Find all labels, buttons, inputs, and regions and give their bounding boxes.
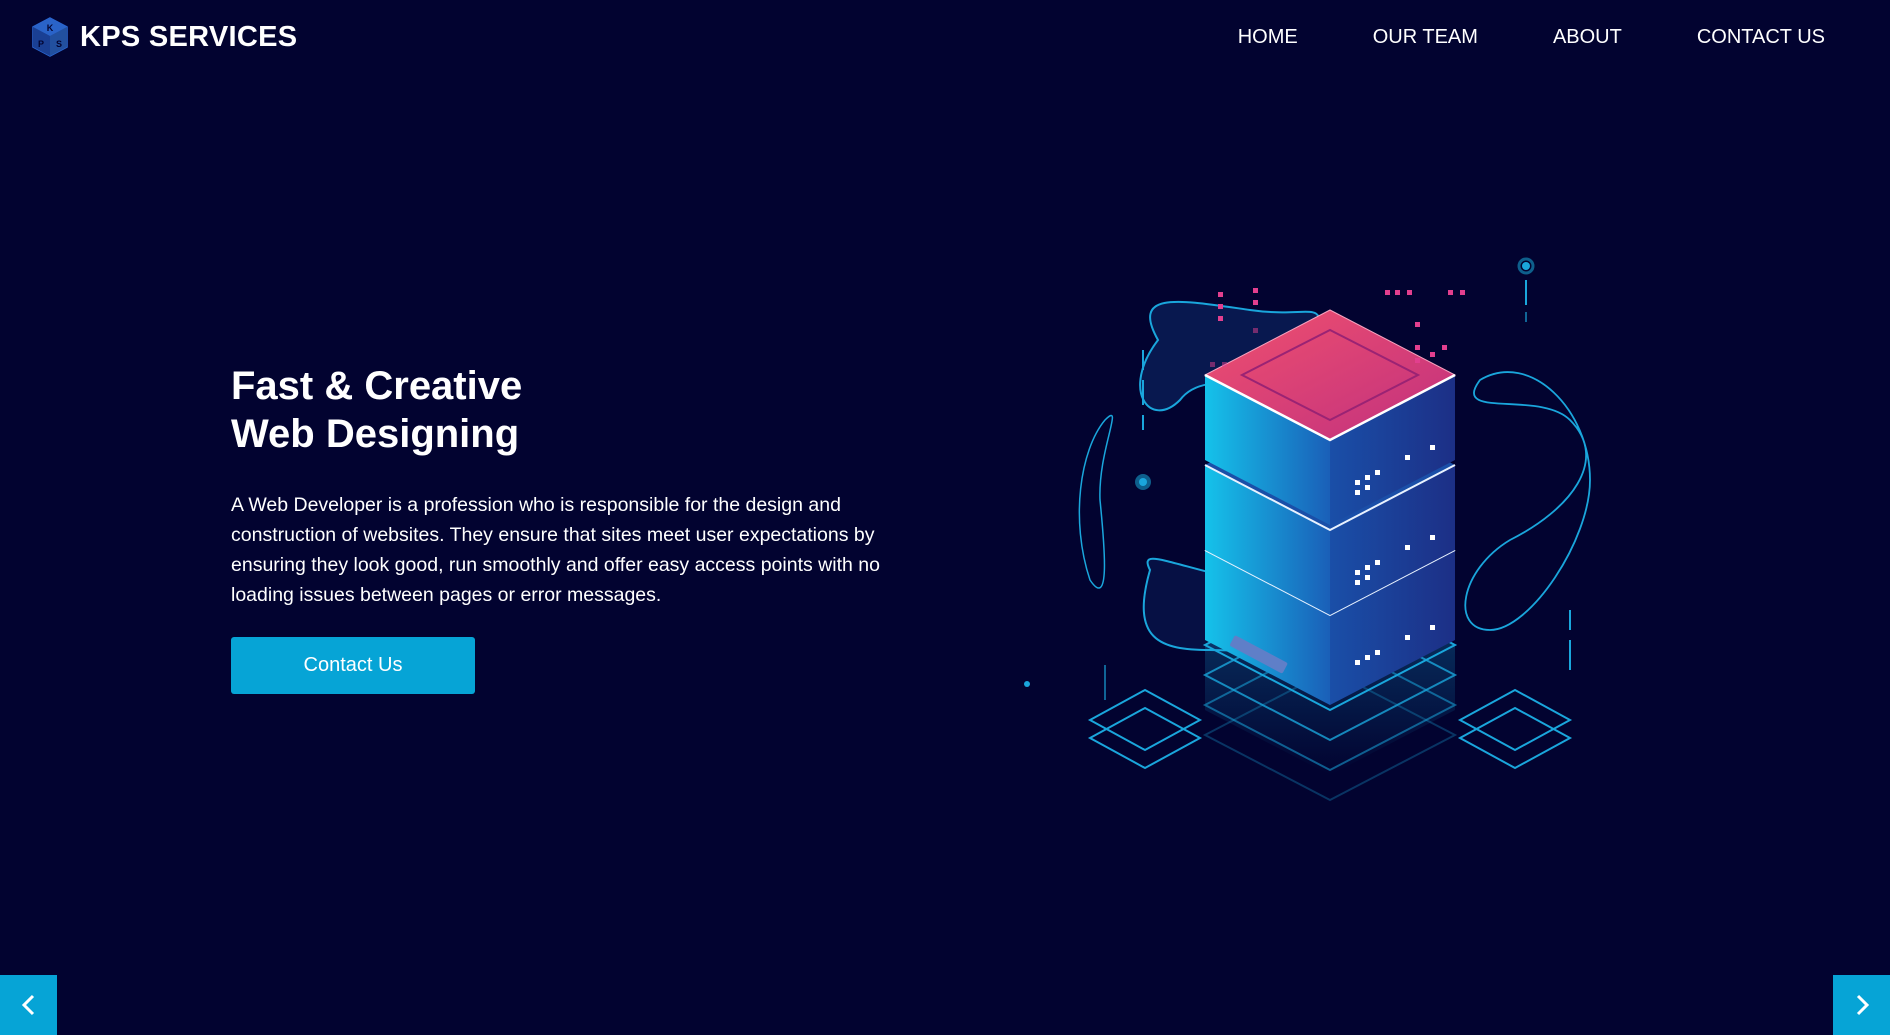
logo-letter-p: P: [38, 39, 44, 49]
isometric-server-stack-icon: [1024, 257, 1591, 802]
logo-letter-k: K: [47, 23, 54, 33]
hero-section: Fast & Creative Web Designing A Web Deve…: [231, 362, 921, 694]
hero-title-line-1: Fast & Creative: [231, 364, 523, 408]
chevron-right-icon: [1856, 994, 1869, 1016]
hero-title: Fast & Creative Web Designing: [231, 362, 921, 458]
brand[interactable]: K P S KPS SERVICES: [30, 16, 297, 58]
kps-cube-logo-icon: K P S: [32, 17, 68, 57]
chevron-left-icon: [21, 994, 34, 1016]
slider-prev-button[interactable]: [0, 975, 57, 1035]
page: K P S KPS SERVICES HOME OUR TEAM ABOUT C…: [0, 0, 1890, 1035]
contact-us-button[interactable]: Contact Us: [231, 637, 475, 694]
hero-description: A Web Developer is a profession who is r…: [231, 494, 880, 606]
nav-item-our-team[interactable]: OUR TEAM: [1373, 26, 1478, 49]
slider-next-button[interactable]: [1833, 975, 1890, 1035]
logo-letter-s: S: [56, 39, 62, 49]
main-nav: HOME OUR TEAM ABOUT CONTACT US: [1163, 26, 1825, 49]
nav-item-about[interactable]: ABOUT: [1553, 26, 1622, 49]
nav-item-contact-us[interactable]: CONTACT US: [1697, 26, 1825, 49]
brand-name[interactable]: KPS SERVICES: [80, 22, 297, 52]
hero-title-line-2: Web Designing: [231, 412, 520, 456]
header: K P S KPS SERVICES HOME OUR TEAM ABOUT C…: [0, 0, 1890, 80]
nav-item-home[interactable]: HOME: [1238, 26, 1298, 49]
